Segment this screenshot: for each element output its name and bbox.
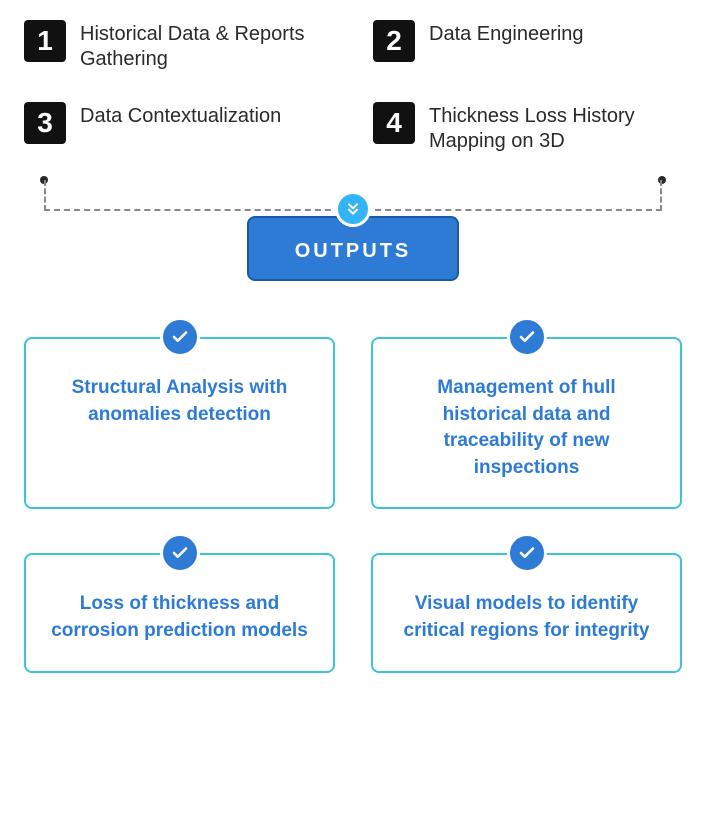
connector-line bbox=[44, 180, 46, 211]
output-card: Visual models to identify critical regio… bbox=[371, 553, 682, 672]
output-card: Management of hull historical data and t… bbox=[371, 337, 682, 509]
check-icon bbox=[507, 533, 547, 573]
check-icon bbox=[160, 533, 200, 573]
step-number-badge: 3 bbox=[24, 102, 66, 144]
output-card: Loss of thickness and corrosion predicti… bbox=[24, 553, 335, 672]
output-text: Management of hull historical data and t… bbox=[395, 375, 658, 481]
step-label: Data Contextualization bbox=[80, 102, 281, 129]
output-text: Loss of thickness and corrosion predicti… bbox=[48, 591, 311, 644]
outputs-grid: Structural Analysis with anomalies detec… bbox=[24, 337, 682, 673]
output-text: Visual models to identify critical regio… bbox=[395, 591, 658, 644]
step-4: 4 Thickness Loss History Mapping on 3D bbox=[373, 102, 682, 154]
output-text: Structural Analysis with anomalies detec… bbox=[48, 375, 311, 428]
step-label: Thickness Loss History Mapping on 3D bbox=[429, 102, 682, 154]
step-number-badge: 4 bbox=[373, 102, 415, 144]
connector-line bbox=[660, 180, 662, 211]
outputs-heading-wrap: OUTPUTS bbox=[24, 216, 682, 281]
output-card: Structural Analysis with anomalies detec… bbox=[24, 337, 335, 509]
check-icon bbox=[160, 317, 200, 357]
step-number-badge: 1 bbox=[24, 20, 66, 62]
steps-grid: 1 Historical Data & Reports Gathering 2 … bbox=[24, 20, 682, 154]
step-1: 1 Historical Data & Reports Gathering bbox=[24, 20, 333, 72]
step-number-badge: 2 bbox=[373, 20, 415, 62]
outputs-heading-text: OUTPUTS bbox=[295, 240, 412, 262]
check-icon bbox=[507, 317, 547, 357]
step-2: 2 Data Engineering bbox=[373, 20, 682, 72]
step-label: Data Engineering bbox=[429, 20, 584, 47]
step-label: Historical Data & Reports Gathering bbox=[80, 20, 333, 72]
step-3: 3 Data Contextualization bbox=[24, 102, 333, 154]
double-chevron-down-icon bbox=[335, 191, 371, 227]
outputs-heading: OUTPUTS bbox=[247, 216, 460, 281]
